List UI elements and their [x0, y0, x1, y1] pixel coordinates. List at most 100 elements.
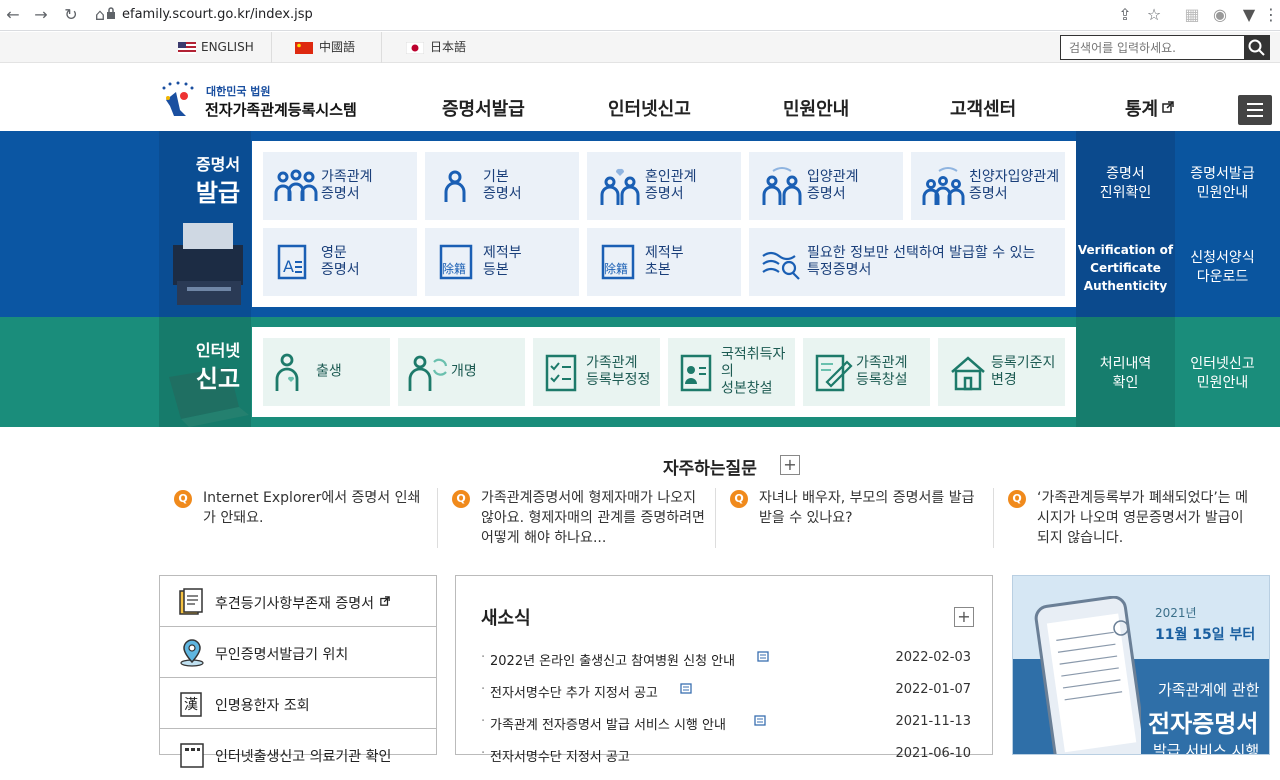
- quick-name-hanja[interactable]: 漢 인명용한자 조회: [160, 678, 436, 729]
- svg-text:除籍: 除籍: [604, 261, 628, 276]
- court-logo-icon: [162, 81, 194, 116]
- tile-basic-cert[interactable]: 기본 증명서: [425, 152, 579, 220]
- forward-icon[interactable]: →: [32, 6, 50, 24]
- extension-icon[interactable]: ▦: [1183, 6, 1201, 24]
- quick-medical-institution[interactable]: 인터넷출생신고 의료기관 확인: [160, 729, 436, 780]
- share-icon[interactable]: ⇪: [1116, 6, 1134, 24]
- svg-text:A: A: [283, 257, 294, 276]
- tile-full-adoption-cert[interactable]: 친양자입양관계 증명서: [911, 152, 1065, 220]
- nav-guide[interactable]: 민원안내: [783, 95, 849, 121]
- faq-q-badge: Q: [174, 490, 192, 508]
- verify-cert-link[interactable]: 증명서 진위확인: [1076, 165, 1175, 203]
- tile-removal-extract[interactable]: 除籍 제적부 초본: [587, 228, 741, 296]
- form-download-link[interactable]: 신청서양식 다운로드: [1175, 249, 1270, 287]
- tile-english-cert[interactable]: A 영문 증명서: [263, 228, 417, 296]
- doc-icon: [754, 715, 766, 726]
- nav-stats[interactable]: 통계: [1125, 95, 1158, 121]
- id-card-icon: [680, 354, 712, 392]
- browser-toolbar: ← → ↻ ⌂ efamily.scourt.go.kr/index.jsp ⇪…: [0, 0, 1280, 31]
- banner-date: 11월 15일 부터: [1155, 627, 1256, 643]
- banner-line2: 전자증명서: [1148, 710, 1259, 738]
- quick-links: 후견등기사항부존재 증명서 무인증명서발급기 위치 漢 인명용한자 조회 인터넷…: [159, 575, 437, 768]
- tile-adoption-cert[interactable]: 입양관계 증명서: [749, 152, 903, 220]
- site-logo[interactable]: 대한민국 법원 전자가족관계등록시스템: [158, 80, 368, 120]
- doc-icon: [757, 651, 769, 662]
- document-icon: [179, 588, 203, 615]
- search-input[interactable]: [1061, 36, 1245, 59]
- report-guide-link[interactable]: 인터넷신고 민원안내: [1175, 355, 1270, 393]
- faq-q-badge: Q: [730, 490, 748, 508]
- lang-english[interactable]: ENGLISH: [160, 32, 272, 63]
- printer-icon: [173, 223, 243, 305]
- english-doc-icon: A: [277, 244, 307, 280]
- tile-removal-copy[interactable]: 除籍 제적부 등본: [425, 228, 579, 296]
- tile-register-correction[interactable]: 가족관계 등록부정정: [533, 338, 660, 406]
- external-link-icon: [380, 596, 390, 606]
- doc-icon: [680, 683, 692, 694]
- house-icon: [951, 356, 985, 391]
- person-icon: [444, 170, 466, 202]
- faq-item[interactable]: Q 자녀나 배우자, 부모의 증명서를 발급 받을 수 있나요?: [716, 488, 994, 548]
- tile-birth-report[interactable]: 출생: [263, 338, 390, 406]
- lang-chinese[interactable]: 中國語: [272, 32, 382, 63]
- search-button[interactable]: [1244, 36, 1269, 59]
- process-status-link[interactable]: 처리내역 확인: [1076, 355, 1175, 393]
- star-icon[interactable]: ☆: [1145, 6, 1163, 24]
- logo-subtitle: 대한민국 법원: [206, 85, 271, 98]
- news-more-button[interactable]: +: [954, 607, 974, 627]
- tile-register-creation[interactable]: 가족관계 등록창설: [803, 338, 930, 406]
- issue-side-col-2: 증명서발급 민원안내 신청서양식 다운로드: [1175, 131, 1280, 317]
- faq-item[interactable]: Q ‘가족관계등록부가 폐쇄되었다’는 메시지가 나오며 영문증명서가 발급이 …: [994, 488, 1270, 548]
- us-flag-icon: [178, 42, 196, 54]
- verification-link[interactable]: Verification of Certificate Authenticity: [1076, 241, 1175, 295]
- nav-report[interactable]: 인터넷신고: [608, 95, 691, 121]
- e-certificate-banner[interactable]: 2021년 11월 15일 부터 가족관계에 관한 전자증명서 발급 서비스 시…: [1012, 575, 1270, 755]
- tile-naturalized-surname[interactable]: 국적취득자의 성본창설: [668, 338, 795, 406]
- faq-more-button[interactable]: +: [780, 455, 800, 475]
- reload-icon[interactable]: ↻: [62, 6, 80, 24]
- faq-item[interactable]: Q Internet Explorer에서 증명서 인쇄가 안돼요.: [160, 488, 438, 548]
- full-adoption-icon: [922, 167, 965, 205]
- banner-line1: 가족관계에 관한: [1158, 681, 1260, 699]
- tile-name-change[interactable]: 개명: [398, 338, 525, 406]
- news-item[interactable]: · 전자서명수단 지정서 공고 2021-06-10: [481, 744, 971, 766]
- faq-item[interactable]: Q 가족관계증명서에 형제자매가 나오지 않아요. 형제자매의 관계를 증명하려…: [438, 488, 716, 548]
- banner-year: 2021년: [1155, 606, 1197, 620]
- report-side-col-1: 처리내역 확인: [1076, 317, 1175, 427]
- china-flag-icon: [295, 42, 313, 54]
- extension-icon[interactable]: ▼: [1240, 6, 1258, 24]
- news-title: 새소식: [481, 608, 531, 629]
- extension-icon[interactable]: ◉: [1211, 6, 1229, 24]
- back-icon[interactable]: ←: [4, 6, 22, 24]
- issue-side-col-1: 증명서 진위확인 Verification of Certificate Authen…: [1076, 131, 1175, 317]
- adoption-icon: [762, 167, 802, 205]
- news-item[interactable]: · 전자서명수단 추가 지정서 공고 2022-01-07: [481, 680, 971, 702]
- lang-japanese[interactable]: 日本語: [382, 32, 492, 63]
- checklist-icon: [545, 354, 577, 392]
- document-pen-icon: [815, 354, 853, 392]
- all-menu-button[interactable]: [1238, 95, 1272, 125]
- quick-kiosk-location[interactable]: 무인증명서발급기 위치: [160, 627, 436, 678]
- tile-marriage-cert[interactable]: 혼인관계 증명서: [587, 152, 741, 220]
- report-side-col-2: 인터넷신고 민원안내: [1175, 317, 1280, 427]
- more-icon[interactable]: ⋮: [1262, 6, 1280, 24]
- search-icon: [1248, 39, 1265, 56]
- svg-text:除籍: 除籍: [442, 261, 466, 276]
- quick-guardianship-cert[interactable]: 후견등기사항부존재 증명서: [160, 576, 436, 627]
- faq-title: 자주하는질문: [663, 459, 757, 479]
- removal-register-icon: 除籍: [601, 244, 635, 280]
- tile-registration-base[interactable]: 등록기준지 변경: [938, 338, 1065, 406]
- issue-guide-link[interactable]: 증명서발급 민원안내: [1175, 165, 1270, 203]
- address-bar[interactable]: efamily.scourt.go.kr/index.jsp: [122, 5, 313, 25]
- tile-family-cert[interactable]: 가족관계 증명서: [263, 152, 417, 220]
- news-item[interactable]: · 가족관계 전자증명서 발급 서비스 시행 안내 2021-11-13: [481, 712, 971, 734]
- news-item[interactable]: · 2022년 온라인 출생신고 참여병원 신청 안내 2022-02-03: [481, 648, 971, 670]
- removal-register-icon: 除籍: [439, 244, 473, 280]
- couple-heart-icon: [600, 168, 640, 205]
- svg-text:漢: 漢: [184, 697, 198, 713]
- nav-customer[interactable]: 고객센터: [950, 95, 1016, 121]
- nav-issue[interactable]: 증명서발급: [442, 95, 525, 121]
- tile-specific-cert[interactable]: 필요한 정보만 선택하여 발급할 수 있는 특정증명서: [749, 228, 1065, 296]
- faq-q-badge: Q: [1008, 490, 1026, 508]
- language-bar: ENGLISH 中國語 日本語: [0, 32, 1280, 63]
